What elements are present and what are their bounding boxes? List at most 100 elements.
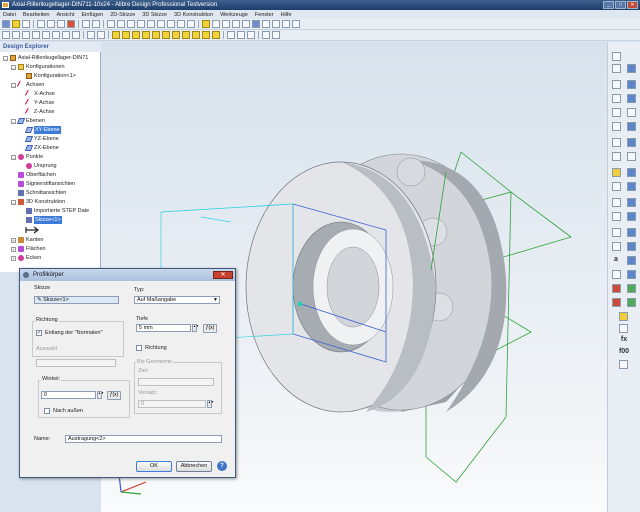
- new-file-icon[interactable]: [2, 20, 10, 28]
- chamfer-tool-icon[interactable]: [627, 198, 636, 207]
- tree-node-achsen[interactable]: – Achsen: [11, 80, 44, 90]
- cut-extrude-icon[interactable]: [152, 31, 160, 39]
- circle-tool-icon[interactable]: [612, 108, 621, 117]
- name-input[interactable]: Austragung<2>: [65, 435, 222, 443]
- tree-node-schnittansichten[interactable]: Schnittansichten: [18, 189, 66, 197]
- tree-node-yz-ebene[interactable]: YZ-Ebene: [24, 135, 59, 143]
- plane-icon[interactable]: [22, 31, 30, 39]
- pan-icon[interactable]: [127, 20, 135, 28]
- tree-node-konfiguration-1[interactable]: Konfiguration<1>: [26, 72, 76, 80]
- paste-icon[interactable]: [57, 20, 65, 28]
- select-tool-icon[interactable]: [612, 52, 621, 61]
- tree-node-oberflaechen[interactable]: Oberflächen: [18, 171, 56, 179]
- tree-node-konfigurationen[interactable]: – Konfigurationen: [11, 63, 65, 71]
- trim-tool-icon[interactable]: [612, 198, 621, 207]
- hole-icon[interactable]: [172, 31, 180, 39]
- wireframe-icon[interactable]: [212, 20, 220, 28]
- text-tool-icon[interactable]: a: [609, 256, 623, 263]
- point-tool-icon[interactable]: [612, 168, 621, 177]
- axis-icon[interactable]: [32, 31, 40, 39]
- dimension-icon[interactable]: [97, 31, 105, 39]
- loft-icon[interactable]: [142, 31, 150, 39]
- sketch-icon[interactable]: [2, 31, 10, 39]
- delete-icon[interactable]: [67, 20, 75, 28]
- menu-3d-konstruktion[interactable]: 3D Konstruktion: [174, 12, 213, 18]
- view-icon[interactable]: [627, 64, 636, 73]
- expand-icon[interactable]: +: [11, 246, 16, 252]
- menu-3d-skizze[interactable]: 3D Skizze: [142, 12, 167, 18]
- tree-node-ebenen[interactable]: – Ebenen: [11, 117, 45, 125]
- plus-icon[interactable]: [612, 64, 621, 73]
- cone-tool-icon[interactable]: [627, 108, 636, 117]
- project-tool-icon[interactable]: [612, 270, 621, 279]
- maximize-button[interactable]: □: [615, 1, 626, 9]
- tree-node-y-achse[interactable]: Y-Achse: [24, 98, 54, 108]
- extrude-icon[interactable]: [112, 31, 120, 39]
- sweep-icon[interactable]: [132, 31, 140, 39]
- collapse-icon[interactable]: –: [11, 154, 16, 160]
- expand-icon[interactable]: +: [11, 237, 16, 243]
- fillet-icon[interactable]: [182, 31, 190, 39]
- mate-tool-icon[interactable]: [627, 284, 636, 293]
- copy-icon[interactable]: [47, 20, 55, 28]
- menu-2d-skizze[interactable]: 2D-Skizze: [110, 12, 135, 18]
- entlang-normalen-checkbox[interactable]: [36, 330, 42, 336]
- shell-icon[interactable]: [202, 31, 210, 39]
- line-icon[interactable]: [52, 31, 60, 39]
- scale-icon[interactable]: [247, 31, 255, 39]
- typ-select[interactable]: Auf Maßangabe ▼: [134, 296, 220, 304]
- thread-tool-icon[interactable]: [627, 256, 636, 265]
- material-tool-icon[interactable]: [619, 312, 628, 321]
- draft-tool-icon[interactable]: [627, 212, 636, 221]
- shell-tool-icon[interactable]: [627, 168, 636, 177]
- lighting-icon[interactable]: [262, 20, 270, 28]
- menu-ansicht[interactable]: Ansicht: [56, 12, 74, 18]
- display-icon[interactable]: [252, 20, 260, 28]
- collapse-icon[interactable]: –: [11, 199, 16, 205]
- chamfer-icon[interactable]: [192, 31, 200, 39]
- palette-icon[interactable]: [272, 20, 280, 28]
- fix-tool-icon[interactable]: [612, 298, 621, 307]
- collapse-icon[interactable]: –: [11, 118, 16, 124]
- ziel-field[interactable]: [138, 378, 214, 386]
- constraint-icon[interactable]: [87, 31, 95, 39]
- auswahl-field[interactable]: [36, 359, 116, 367]
- table-tool-icon[interactable]: f00: [617, 348, 631, 355]
- ref-icon[interactable]: [72, 31, 80, 39]
- zoom-fit-icon[interactable]: [157, 20, 165, 28]
- rotate-icon[interactable]: [117, 20, 125, 28]
- pattern-tool-icon[interactable]: [627, 228, 636, 237]
- save-icon[interactable]: [22, 20, 30, 28]
- tree-node-ursprung[interactable]: Ursprung: [26, 162, 57, 170]
- filter-icon[interactable]: [282, 20, 290, 28]
- collapse-icon[interactable]: –: [11, 82, 16, 88]
- point-icon[interactable]: [42, 31, 50, 39]
- ellipse-tool-icon[interactable]: [612, 152, 621, 161]
- tiefe-input[interactable]: 5 mm: [136, 324, 191, 332]
- view-front-icon[interactable]: [167, 20, 175, 28]
- revolve-tool-icon[interactable]: [627, 152, 636, 161]
- menu-fenster[interactable]: Fenster: [255, 12, 274, 18]
- close-button[interactable]: ✕: [627, 1, 638, 9]
- revolve-icon[interactable]: [122, 31, 130, 39]
- collapse-icon[interactable]: –: [3, 55, 8, 61]
- richtung-umkehren-checkbox[interactable]: [136, 345, 142, 351]
- tree-node-z-achse[interactable]: Z-Achse: [24, 107, 54, 117]
- tree-node-x-achse[interactable]: X-Achse: [24, 89, 55, 99]
- fillet-tool-icon[interactable]: [627, 182, 636, 191]
- select-icon[interactable]: [107, 20, 115, 28]
- zoom-window-icon[interactable]: [147, 20, 155, 28]
- open-file-icon[interactable]: [12, 20, 20, 28]
- winkel-spinner[interactable]: ▲▼: [97, 391, 104, 399]
- repair-icon[interactable]: [262, 31, 270, 39]
- menu-einfuegen[interactable]: Einfügen: [82, 12, 104, 18]
- measure-icon[interactable]: [242, 20, 250, 28]
- note-tool-icon[interactable]: [619, 360, 628, 369]
- winkel-input[interactable]: 0: [41, 391, 96, 399]
- mirror-icon[interactable]: [237, 31, 245, 39]
- menu-hilfe[interactable]: Hilfe: [281, 12, 292, 18]
- torus-tool-icon[interactable]: [627, 138, 636, 147]
- spline-tool-icon[interactable]: [612, 138, 621, 147]
- zoom-icon[interactable]: [137, 20, 145, 28]
- minimize-button[interactable]: _: [603, 1, 614, 9]
